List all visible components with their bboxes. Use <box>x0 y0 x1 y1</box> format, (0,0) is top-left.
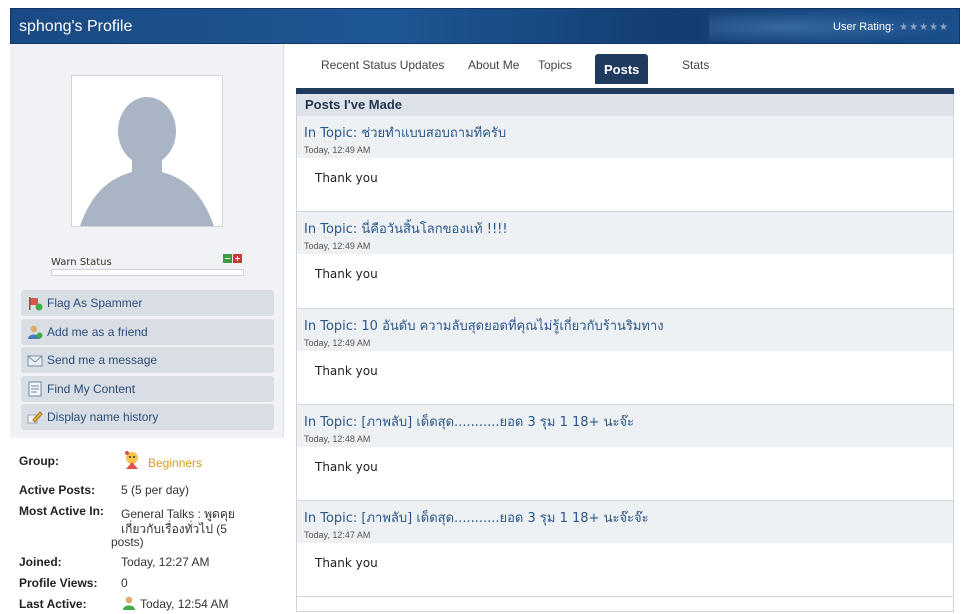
post-timestamp: Today, 12:49 AM <box>304 241 371 252</box>
post-header: In Topic: นี่คือวันสิ้นโลกของแท้ !!!! To… <box>297 212 953 255</box>
post-timestamp: Today, 12:47 AM <box>304 530 371 541</box>
send-message-label: Send me a message <box>47 353 158 367</box>
last-active-value: Today, 12:54 AM <box>140 597 229 611</box>
post-item: In Topic: 10 อันดับ ความลับสุดยอดที่คุณไ… <box>297 308 953 405</box>
post-body: Thank you <box>315 459 378 474</box>
post-body: Thank you <box>315 267 378 282</box>
warn-increase-icon[interactable]: + <box>233 254 242 263</box>
post-header: In Topic: ช่วยทำแบบสอบถามทีครับ Today, 1… <box>297 116 953 158</box>
display-name-history-label: Display name history <box>47 410 159 424</box>
user-rating-label: User Rating: <box>833 21 895 33</box>
flag-icon <box>27 295 43 311</box>
document-icon <box>27 381 43 397</box>
warn-controls: − + <box>223 254 242 263</box>
warn-status-label: Warn Status <box>51 257 112 268</box>
find-content-button[interactable]: Find My Content <box>21 375 274 402</box>
add-friend-icon <box>27 324 43 340</box>
profile-actions: Flag As Spammer Add me as a friend Send … <box>21 290 274 433</box>
page-title: sphong's Profile <box>19 18 133 35</box>
last-active-label: Last Active: <box>19 597 87 611</box>
active-posts-label: Active Posts: <box>19 483 96 497</box>
post-item: In Topic: นี่คือวันสิ้นโลกของแท้ !!!! To… <box>297 212 953 309</box>
posts-heading: Posts I've Made <box>297 94 953 116</box>
find-content-label: Find My Content <box>47 381 136 396</box>
warn-decrease-icon[interactable]: − <box>223 254 232 263</box>
most-active-label: Most Active In: <box>19 504 104 518</box>
profile-sidebar: Warn Status − + Flag As Spammer Add me a… <box>10 44 284 612</box>
post-header: In Topic: [ภาพลับ] เด็ดสุด...........ยอด… <box>297 501 953 544</box>
post-topic-link[interactable]: In Topic: 10 อันดับ ความลับสุดยอดที่คุณไ… <box>304 315 953 336</box>
tab-posts[interactable]: Posts <box>595 54 649 84</box>
display-name-history-button[interactable]: Display name history <box>21 404 274 430</box>
tab-about-me[interactable]: About Me <box>468 58 519 72</box>
profile-header: sphong's Profile User Rating: ★★★★★ <box>10 8 960 44</box>
tab-recent-status-updates[interactable]: Recent Status Updates <box>321 58 444 72</box>
post-item: In Topic: [ภาพลับ] เด็ดสุด...........ยอด… <box>297 501 953 598</box>
add-friend-button[interactable]: Add me as a friend <box>21 318 274 345</box>
post-body: Thank you <box>315 171 378 185</box>
avatar <box>71 75 223 227</box>
post-item: In Topic: ช่วยทำแบบสอบถามทีครับ Today, 1… <box>297 116 953 213</box>
joined-value: Today, 12:27 AM <box>121 555 210 569</box>
post-body: Thank you <box>315 363 378 378</box>
post-topic-link[interactable]: In Topic: ช่วยทำแบบสอบถามทีครับ <box>304 122 953 143</box>
post-topic-link[interactable]: In Topic: [ภาพลับ] เด็ดสุด...........ยอด… <box>304 411 953 432</box>
profile-frame: sphong's Profile User Rating: ★★★★★ Warn… <box>10 8 960 612</box>
envelope-icon <box>27 352 43 368</box>
online-user-icon <box>121 595 137 614</box>
user-rating: User Rating: ★★★★★ <box>833 21 949 33</box>
group-badge-icon <box>121 449 143 474</box>
post-body: Thank you <box>315 556 378 571</box>
rating-stars-icon[interactable]: ★★★★★ <box>899 22 949 33</box>
joined-label: Joined: <box>19 555 62 569</box>
tab-topics[interactable]: Topics <box>538 58 572 72</box>
post-item: In Topic: [ภาพลับ] เด็ดสุด...........ยอด… <box>297 404 953 502</box>
group-value[interactable]: Beginners <box>148 456 202 470</box>
post-timestamp: Today, 12:49 AM <box>304 337 371 348</box>
add-friend-label: Add me as a friend <box>47 324 148 339</box>
send-message-button[interactable]: Send me a message <box>21 347 274 373</box>
post-topic-link[interactable]: In Topic: [ภาพลับ] เด็ดสุด...........ยอด… <box>304 507 953 528</box>
post-header: In Topic: [ภาพลับ] เด็ดสุด...........ยอด… <box>297 404 953 447</box>
default-avatar-icon <box>72 76 222 226</box>
post-timestamp: Today, 12:48 AM <box>304 433 371 444</box>
profile-views-value: 0 <box>121 576 128 590</box>
post-header: In Topic: 10 อันดับ ความลับสุดยอดที่คุณไ… <box>297 308 953 351</box>
profile-main: Recent Status Updates About Me Topics Po… <box>296 44 960 612</box>
tab-stats[interactable]: Stats <box>682 58 709 72</box>
most-active-line-3: posts) <box>111 535 144 549</box>
profile-views-label: Profile Views: <box>19 576 98 590</box>
flag-spammer-button[interactable]: Flag As Spammer <box>21 290 274 316</box>
pencil-icon <box>27 409 43 425</box>
post-topic-link[interactable]: In Topic: นี่คือวันสิ้นโลกของแท้ !!!! <box>304 218 953 239</box>
post-timestamp: Today, 12:49 AM <box>304 145 371 155</box>
profile-info: Group: Beginners Active Posts: 5 (5 per … <box>10 438 284 612</box>
posts-panel: Posts I've Made In Topic: ช่วยทำแบบสอบถา… <box>296 94 954 612</box>
flag-spammer-label: Flag As Spammer <box>47 296 143 310</box>
active-posts-value: 5 (5 per day) <box>121 483 190 497</box>
group-label: Group: <box>19 454 59 468</box>
warn-status-bar <box>51 269 244 276</box>
profile-tabs: Recent Status Updates About Me Topics Po… <box>296 44 954 90</box>
